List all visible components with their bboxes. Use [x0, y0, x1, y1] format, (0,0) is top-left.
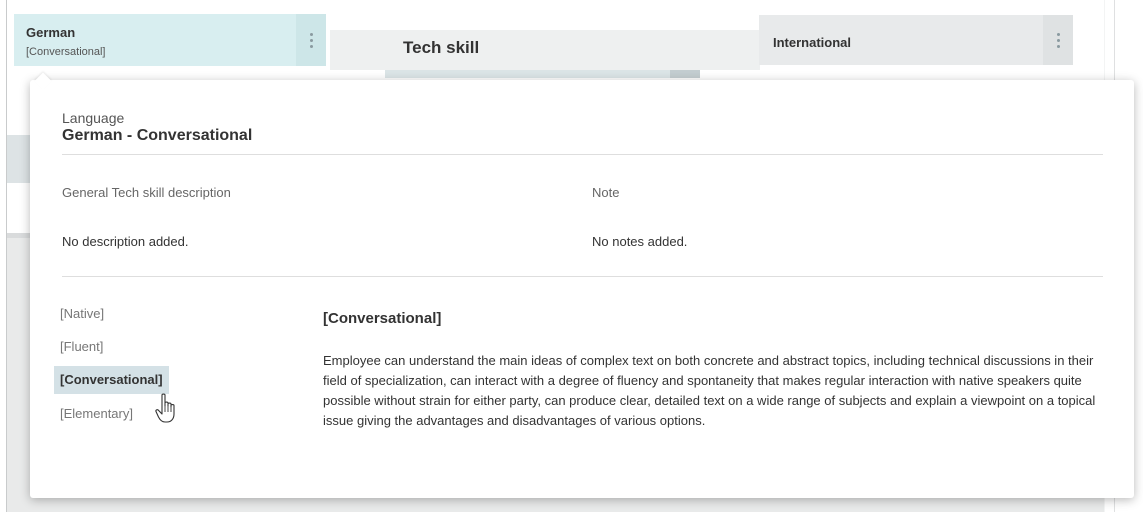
description-value: No description added.: [62, 234, 189, 249]
vertical-dots-icon: [1056, 32, 1060, 48]
level-item-fluent[interactable]: [Fluent]: [54, 333, 109, 361]
divider: [62, 276, 1103, 277]
level-item-native[interactable]: [Native]: [54, 300, 110, 328]
level-detail-title: [Conversational]: [323, 310, 442, 327]
international-card-title: International: [773, 35, 852, 50]
tech-skill-chip[interactable]: [385, 70, 700, 78]
level-item-elementary[interactable]: [Elementary]: [54, 400, 139, 428]
german-card-menu-button[interactable]: [296, 14, 326, 66]
skill-detail-popover: Language German - Conversational General…: [30, 80, 1134, 498]
german-card-level: [Conversational]: [26, 46, 106, 58]
tech-skill-column-title: Tech skill: [403, 38, 480, 57]
international-skill-card[interactable]: International: [759, 15, 1073, 65]
column-header-band: [330, 30, 760, 70]
international-card-menu-button[interactable]: [1043, 15, 1073, 65]
skill-name: German - Conversational: [62, 127, 253, 144]
vertical-dots-icon: [309, 32, 313, 48]
note-label: Note: [592, 185, 620, 200]
level-item-conversational[interactable]: [Conversational]: [54, 366, 169, 394]
german-skill-card[interactable]: German [Conversational]: [14, 14, 326, 66]
hand-pointer-icon: [155, 393, 175, 423]
description-label: General Tech skill description: [62, 185, 231, 200]
category-label: Language: [62, 110, 125, 126]
screen: German [Conversational] Tech skill Inter…: [0, 0, 1143, 512]
note-value: No notes added.: [592, 234, 688, 249]
divider: [62, 154, 1103, 155]
level-detail-description: Employee can understand the main ideas o…: [323, 353, 1096, 428]
german-card-title: German: [26, 25, 76, 40]
